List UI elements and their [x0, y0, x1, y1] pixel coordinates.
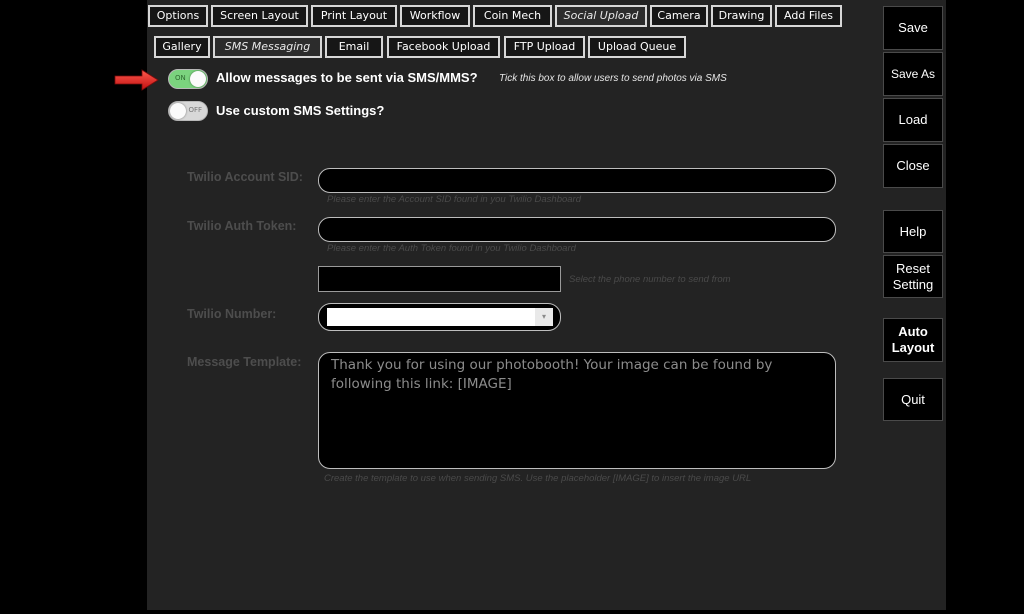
allow-sms-hint: Tick this box to allow users to send pho… [499, 73, 727, 84]
tab-social-upload[interactable]: Social Upload [555, 5, 647, 27]
message-template-hint: Create the template to use when sending … [324, 473, 752, 484]
chevron-down-icon[interactable]: ▾ [535, 308, 553, 326]
toggle-state-label: ON [175, 74, 186, 82]
tab-drawing[interactable]: Drawing [711, 5, 772, 27]
phone-number-select[interactable] [318, 266, 561, 292]
twilio-number-dropdown[interactable]: ▾ [318, 303, 561, 331]
account-sid-hint: Please enter the Account SID found in yo… [327, 194, 582, 205]
allow-sms-toggle[interactable]: ON [168, 69, 208, 89]
dropdown-value [327, 308, 535, 326]
toggle-knob [170, 103, 186, 119]
subtab-ftp-upload[interactable]: FTP Upload [504, 36, 585, 58]
allow-sms-label: Allow messages to be sent via SMS/MMS? [216, 70, 478, 85]
subtab-upload-queue[interactable]: Upload Queue [588, 36, 686, 58]
reset-setting-button[interactable]: Reset Setting [883, 255, 943, 298]
subtab-email[interactable]: Email [325, 36, 383, 58]
save-button[interactable]: Save [883, 6, 943, 50]
auth-token-input[interactable] [318, 217, 836, 242]
custom-sms-toggle[interactable]: OFF [168, 101, 208, 121]
close-button[interactable]: Close [883, 144, 943, 188]
subtab-gallery[interactable]: Gallery [154, 36, 210, 58]
auth-token-hint: Please enter the Auth Token found in you… [327, 243, 576, 254]
message-template-label: Message Template: [187, 355, 302, 369]
load-button[interactable]: Load [883, 98, 943, 142]
tab-camera[interactable]: Camera [650, 5, 708, 27]
tab-coin-mech[interactable]: Coin Mech [473, 5, 552, 27]
tab-add-files[interactable]: Add Files [775, 5, 842, 27]
toggle-state-label: OFF [188, 106, 202, 114]
pointer-arrow-icon [114, 69, 159, 91]
message-template-textarea[interactable]: Thank you for using our photobooth! Your… [318, 352, 836, 469]
tab-options[interactable]: Options [148, 5, 208, 27]
subtab-sms-messaging[interactable]: SMS Messaging [213, 36, 322, 58]
twilio-number-label: Twilio Number: [187, 307, 277, 321]
tab-print-layout[interactable]: Print Layout [311, 5, 397, 27]
custom-sms-label: Use custom SMS Settings? [216, 103, 385, 118]
toggle-knob [190, 71, 206, 87]
phone-number-hint: Select the phone number to send from [569, 274, 731, 285]
subtab-facebook-upload[interactable]: Facebook Upload [387, 36, 500, 58]
quit-button[interactable]: Quit [883, 378, 943, 421]
tab-workflow[interactable]: Workflow [400, 5, 470, 27]
tab-screen-layout[interactable]: Screen Layout [211, 5, 308, 27]
help-button[interactable]: Help [883, 210, 943, 253]
auto-layout-button[interactable]: Auto Layout [883, 318, 943, 362]
save-as-button[interactable]: Save As [883, 52, 943, 96]
auth-token-label: Twilio Auth Token: [187, 219, 297, 233]
account-sid-input[interactable] [318, 168, 836, 193]
account-sid-label: Twilio Account SID: [187, 170, 303, 184]
